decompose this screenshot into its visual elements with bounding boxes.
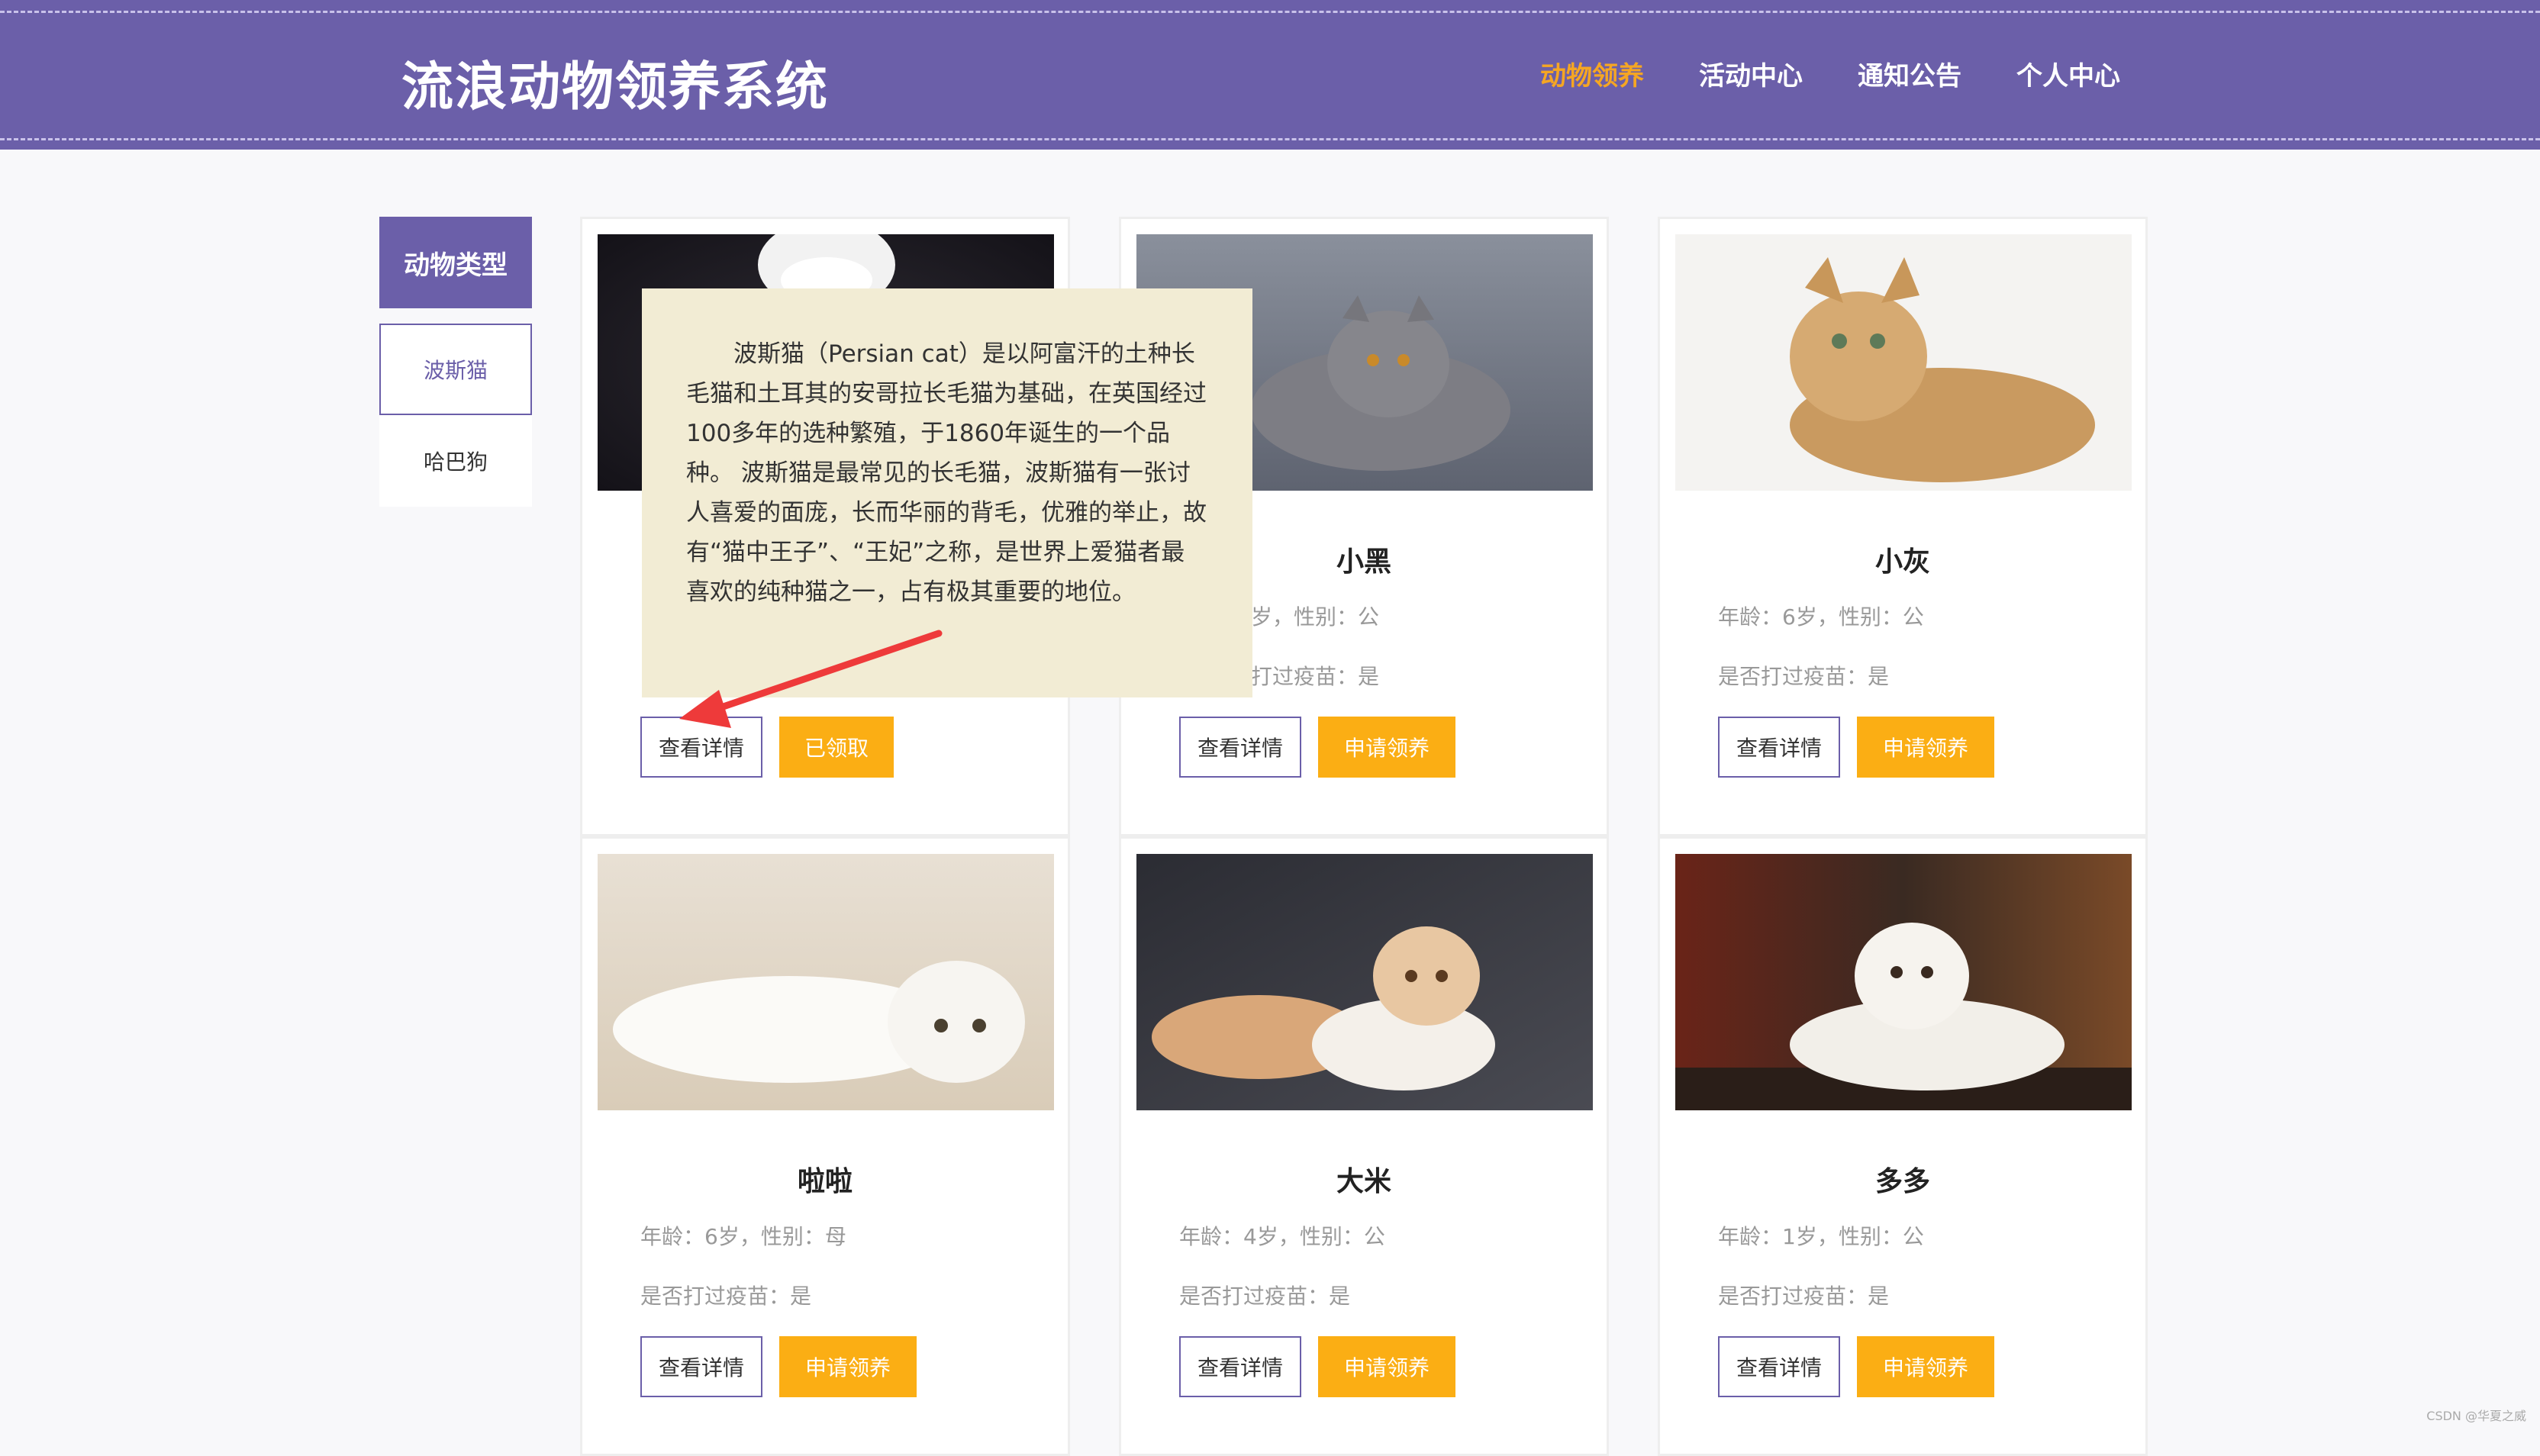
apply-adopt-button[interactable]: 申请领养: [1857, 717, 1994, 778]
animal-vaccine-status: 是否打过疫苗：是: [640, 1280, 811, 1310]
animal-age-gender: 岁，性别：公: [1251, 601, 1379, 631]
site-title: 流浪动物领养系统: [401, 44, 829, 120]
nav-personal-center[interactable]: 个人中心: [2016, 55, 2120, 92]
animal-age-gender: 年龄：4岁，性别：公: [1179, 1220, 1385, 1251]
animal-name: 大米: [1121, 1159, 1607, 1199]
view-details-button[interactable]: 查看详情: [1179, 717, 1301, 778]
animal-photo[interactable]: [598, 854, 1054, 1110]
animal-card: 小灰 年龄：6岁，性别：公 是否打过疫苗：是 查看详情 申请领养: [1658, 217, 2148, 836]
apply-adopt-button[interactable]: 申请领养: [1318, 1336, 1455, 1397]
sidebar-item-pug[interactable]: 哈巴狗: [379, 415, 532, 507]
apply-adopt-button[interactable]: 申请领养: [779, 1336, 917, 1397]
animal-type-sidebar: 动物类型 波斯猫 哈巴狗: [379, 217, 532, 507]
animal-photo[interactable]: [1675, 854, 2132, 1110]
watermark-credit: CSDN @华夏之威: [2426, 1406, 2526, 1424]
nav-animal-adoption[interactable]: 动物领养: [1540, 55, 1644, 92]
animal-name: 啦啦: [582, 1159, 1068, 1199]
animal-name: 小灰: [1660, 540, 2145, 579]
red-annotation-arrow: [664, 626, 954, 740]
nav-activity-center[interactable]: 活动中心: [1699, 55, 1803, 92]
animal-age-gender: 年龄：6岁，性别：母: [640, 1220, 846, 1251]
sidebar-item-persian-cat[interactable]: 波斯猫: [379, 324, 532, 415]
header-dashed-border-bottom: [0, 138, 2540, 140]
apply-adopt-button[interactable]: 申请领养: [1857, 1336, 1994, 1397]
animal-card: 大米 年龄：4岁，性别：公 是否打过疫苗：是 查看详情 申请领养: [1119, 836, 1609, 1456]
animal-vaccine-status: 是否打过疫苗：是: [1718, 1280, 1889, 1310]
view-details-button[interactable]: 查看详情: [1718, 1336, 1840, 1397]
animal-photo[interactable]: [1136, 854, 1593, 1110]
animal-vaccine-status: 是否打过疫苗：是: [1179, 1280, 1350, 1310]
view-details-button[interactable]: 查看详情: [1179, 1336, 1301, 1397]
view-details-button[interactable]: 查看详情: [640, 1336, 762, 1397]
animal-age-gender: 年龄：6岁，性别：公: [1718, 601, 1924, 631]
animal-age-gender: 年龄：1岁，性别：公: [1718, 1220, 1924, 1251]
animal-card: 多多 年龄：1岁，性别：公 是否打过疫苗：是 查看详情 申请领养: [1658, 836, 2148, 1456]
animal-vaccine-status: 打过疫苗：是: [1251, 660, 1379, 691]
nav-notices[interactable]: 通知公告: [1858, 55, 1961, 92]
animal-card: 啦啦 年龄：6岁，性别：母 是否打过疫苗：是 查看详情 申请领养: [580, 836, 1070, 1456]
main-nav: 动物领养 活动中心 通知公告 个人中心: [1540, 55, 2120, 92]
animal-name: 多多: [1660, 1159, 2145, 1199]
animal-vaccine-status: 是否打过疫苗：是: [1718, 660, 1889, 691]
header-dashed-border-top: [0, 11, 2540, 13]
animal-photo[interactable]: [1675, 234, 2132, 491]
sidebar-heading: 动物类型: [379, 217, 532, 308]
breed-description-text: 波斯猫（Persian cat）是以阿富汗的土种长毛猫和土耳其的安哥拉长毛猫为基…: [686, 334, 1208, 612]
top-header: 流浪动物领养系统 动物领养 活动中心 通知公告 个人中心: [0, 0, 2540, 150]
apply-adopt-button[interactable]: 申请领养: [1318, 717, 1455, 778]
view-details-button[interactable]: 查看详情: [1718, 717, 1840, 778]
